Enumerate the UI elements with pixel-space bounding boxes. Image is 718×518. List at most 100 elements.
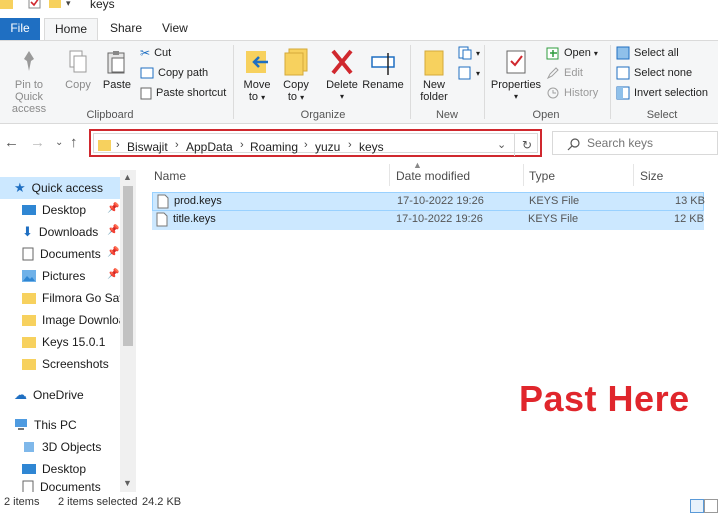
breadcrumb-separator[interactable]: › — [175, 139, 179, 151]
tab-home[interactable]: Home — [44, 18, 99, 41]
column-type[interactable]: Type — [529, 169, 555, 183]
paste-label: Paste — [102, 79, 132, 91]
forward-arrow-icon[interactable]: → — [30, 134, 45, 151]
properties-button[interactable]: Properties ▾ — [490, 47, 542, 103]
file-date: 17-10-2022 19:26 — [397, 195, 484, 207]
column-date-modified[interactable]: Date modified — [396, 169, 470, 183]
cube-icon — [24, 442, 34, 452]
file-type: KEYS File — [529, 195, 580, 207]
nav-label: Documents — [40, 480, 101, 492]
nav-item-image-download[interactable]: Image Download — [22, 309, 132, 331]
cut-button[interactable]: ✂ Cut — [140, 44, 171, 62]
column-divider[interactable] — [633, 164, 634, 186]
nav-item-downloads[interactable]: ⬇ Downloads — [22, 221, 98, 243]
nav-item-documents[interactable]: Documents — [22, 243, 101, 265]
nav-item-pc-desktop[interactable]: Desktop — [22, 458, 86, 480]
status-bar: 2 items 2 items selected 24.2 KB — [0, 492, 718, 518]
nav-item-screenshots[interactable]: Screenshots — [22, 353, 109, 375]
file-size: 12 KB — [674, 213, 704, 225]
nav-quick-access[interactable]: ★ Quick access — [14, 177, 103, 199]
easy-access-button[interactable]: ▾ — [458, 64, 480, 82]
delete-button[interactable]: Delete ▾ — [324, 47, 360, 103]
documents-icon — [22, 480, 34, 492]
refresh-icon[interactable]: ↻ — [522, 138, 532, 152]
nav-label: Filmora Go Save — [42, 291, 133, 305]
title-bar: ▾ keys — [0, 0, 718, 14]
breadcrumb-separator[interactable]: › — [240, 139, 244, 151]
up-arrow-icon[interactable]: ↑ — [70, 134, 78, 151]
copy-button[interactable]: Copy — [62, 49, 94, 91]
properties-label: Properties — [490, 79, 542, 91]
new-folder-icon[interactable] — [48, 0, 64, 10]
search-box[interactable] — [552, 131, 718, 155]
new-group-label: New — [435, 109, 458, 121]
back-arrow-icon[interactable]: ← — [4, 134, 19, 151]
scroll-up-icon[interactable]: ▲ — [123, 172, 132, 182]
column-divider[interactable] — [389, 164, 390, 186]
nav-label: Documents — [40, 247, 101, 261]
chevron-down-icon: ▾ — [476, 68, 481, 78]
nav-label: Desktop — [42, 462, 87, 476]
tab-share[interactable]: Share — [100, 18, 152, 40]
rename-button[interactable]: Rename — [362, 47, 404, 91]
paste-shortcut-icon — [140, 87, 152, 100]
breadcrumb-item[interactable]: Roaming — [250, 140, 298, 154]
address-dropdown-icon[interactable]: ⌄ — [497, 138, 506, 151]
breadcrumb-separator[interactable]: › — [348, 139, 352, 151]
open-button[interactable]: Open ▾ — [546, 44, 598, 62]
recent-locations-icon[interactable]: ⌄ — [55, 137, 63, 148]
nav-item-3d-objects[interactable]: 3D Objects — [22, 436, 101, 458]
paste-button[interactable]: Paste — [100, 49, 134, 91]
new-folder-label-2: folder — [420, 91, 448, 103]
large-icons-view-icon[interactable] — [704, 499, 718, 513]
search-input[interactable] — [587, 136, 707, 150]
breadcrumb-item[interactable]: Biswajit — [127, 140, 168, 154]
status-item-count: 2 items — [4, 496, 40, 508]
file-row[interactable]: prod.keys 17-10-2022 19:26 KEYS File 13 … — [152, 192, 705, 211]
invert-selection-button[interactable]: Invert selection — [616, 84, 708, 102]
ribbon-divider — [484, 45, 485, 119]
nav-scrollbar[interactable]: ▲ ▼ — [120, 170, 136, 492]
pin-to-quick-access-button[interactable]: Pin to Quick access — [0, 49, 58, 115]
history-button[interactable]: History — [546, 84, 598, 102]
nav-item-filmora[interactable]: Filmora Go Save — [22, 287, 132, 309]
column-size[interactable]: Size — [640, 169, 663, 183]
select-none-button[interactable]: Select none — [616, 64, 692, 82]
breadcrumb-item[interactable]: AppData — [186, 140, 233, 154]
select-all-button[interactable]: Select all — [616, 44, 679, 62]
copy-to-button[interactable]: Copy to ▾ — [280, 47, 312, 104]
address-bar[interactable]: › Biswajit › AppData › Roaming › yuzu › … — [89, 129, 542, 157]
nav-item-pictures[interactable]: Pictures — [22, 265, 85, 287]
invert-selection-icon — [616, 86, 630, 100]
pin-icon — [24, 51, 34, 71]
new-folder-button[interactable]: New folder — [416, 47, 452, 103]
nav-item-pc-documents[interactable]: Documents — [22, 480, 101, 492]
nav-item-keys[interactable]: Keys 15.0.1 — [22, 331, 105, 353]
new-item-button[interactable]: ▾ — [458, 44, 480, 62]
nav-onedrive[interactable]: ☁ OneDrive — [14, 384, 84, 406]
nav-item-desktop[interactable]: Desktop — [22, 199, 86, 221]
column-name[interactable]: Name — [154, 169, 186, 183]
copy-path-button[interactable]: Copy path — [140, 64, 208, 82]
details-view-icon[interactable] — [690, 499, 704, 513]
pictures-icon — [22, 270, 36, 282]
file-row[interactable]: title.keys 17-10-2022 19:26 KEYS File 12… — [152, 211, 704, 230]
history-label: History — [564, 87, 599, 99]
breadcrumb-item[interactable]: keys — [359, 140, 384, 154]
folder-icon — [22, 359, 36, 370]
breadcrumb-item[interactable]: yuzu — [315, 140, 340, 154]
pin-label-1: Pin to Quick — [14, 79, 44, 103]
paste-shortcut-button[interactable]: Paste shortcut — [140, 84, 226, 102]
column-divider[interactable] — [523, 164, 524, 186]
customize-dropdown-icon[interactable]: ▾ — [66, 0, 71, 9]
move-to-button[interactable]: Move to ▾ — [240, 47, 274, 104]
scroll-down-icon[interactable]: ▼ — [123, 478, 132, 488]
breadcrumb-separator[interactable]: › — [304, 139, 308, 151]
history-icon — [547, 87, 559, 99]
nav-this-pc[interactable]: This PC — [14, 414, 77, 436]
scrollbar-thumb[interactable] — [123, 186, 133, 346]
properties-check-icon[interactable] — [28, 0, 44, 10]
tab-view[interactable]: View — [152, 18, 198, 40]
tab-file[interactable]: File — [0, 18, 40, 40]
edit-button[interactable]: Edit — [546, 64, 583, 82]
